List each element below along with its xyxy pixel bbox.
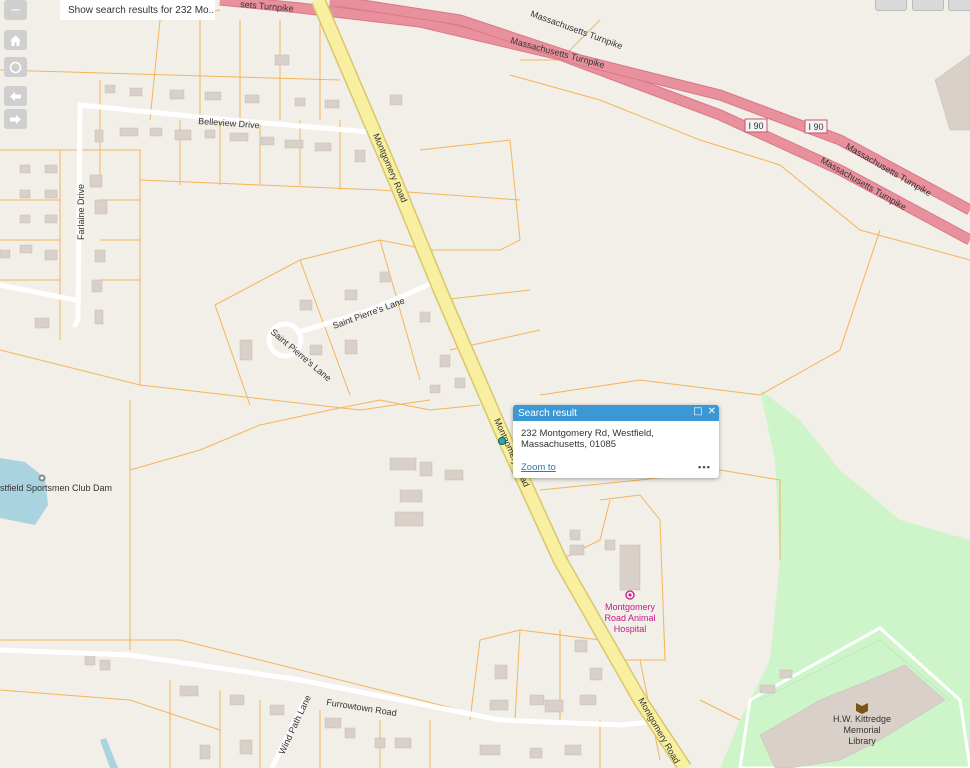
show-search-results-link[interactable]: Show search results for 232 Mo...: [60, 0, 215, 20]
dam-label: stfield Sportsmen Club Dam: [0, 483, 112, 493]
forward-button[interactable]: [4, 109, 27, 129]
locate-button[interactable]: [4, 57, 27, 77]
hospital-label-2: Road Animal: [604, 613, 655, 623]
arrow-left-icon: [10, 91, 21, 101]
popup-address-line2: Massachusetts, 01085: [521, 439, 617, 450]
library-label-3: Library: [848, 736, 876, 746]
arrow-right-icon: [10, 114, 21, 124]
minus-icon: −: [10, 2, 21, 18]
i90-label-a: I 90: [748, 121, 763, 131]
i90-shield-a: I 90: [744, 118, 768, 133]
top-right-button-3[interactable]: [948, 0, 970, 11]
locate-icon: [9, 61, 22, 73]
more-options-button[interactable]: •••: [698, 462, 711, 473]
top-right-button-2[interactable]: [912, 0, 944, 11]
popup-footer: Zoom to •••: [521, 462, 711, 473]
map-canvas[interactable]: I 90 I 90 sets Turnpike Massachusetts Tu…: [0, 0, 970, 768]
hospital-label-1: Montgomery: [605, 602, 656, 612]
search-result-marker[interactable]: [498, 437, 506, 445]
popup-body: 232 Montgomery Rd, Westfield, Massachuse…: [513, 421, 719, 450]
i90-shield-b: I 90: [804, 119, 828, 134]
library-label-2: Memorial: [843, 725, 880, 735]
zoom-out-button[interactable]: −: [4, 0, 27, 20]
search-hint-text: Show search results for 232 Mo...: [68, 4, 215, 16]
popup-address-line1: 232 Montgomery Rd, Westfield,: [521, 428, 654, 439]
top-right-button-1[interactable]: [875, 0, 907, 11]
farlaine-drive-label: Farlaine Drive: [76, 184, 86, 240]
hospital-label-3: Hospital: [614, 624, 647, 634]
home-button[interactable]: [4, 30, 27, 50]
popup-title: Search result: [518, 407, 577, 419]
i90-label-b: I 90: [808, 122, 823, 132]
dam-icon: [38, 474, 46, 482]
back-button[interactable]: [4, 86, 27, 106]
close-icon[interactable]: ✕: [708, 406, 716, 417]
search-result-popup: Search result □ ✕ 232 Montgomery Rd, Wes…: [513, 405, 719, 478]
zoom-to-link[interactable]: Zoom to: [521, 462, 556, 473]
maximize-icon[interactable]: □: [693, 406, 702, 417]
home-icon: [10, 35, 21, 46]
popup-header: Search result □ ✕: [513, 405, 719, 421]
library-label-1: H.W. Kittredge: [833, 714, 891, 724]
